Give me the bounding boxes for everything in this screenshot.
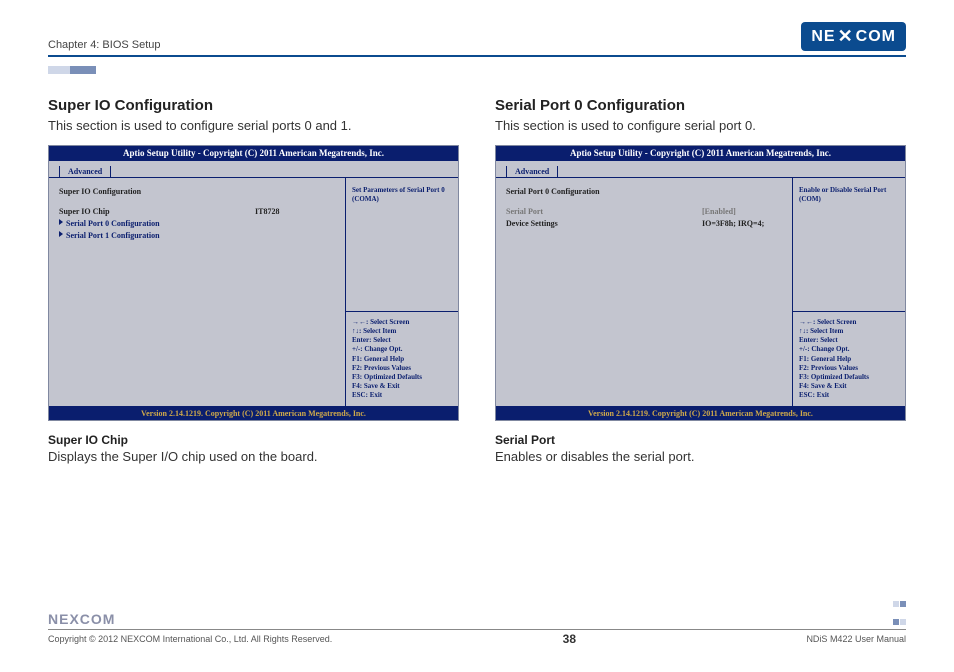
- section-title-left: Super IO Configuration: [48, 97, 459, 114]
- bios-screenshot-left: Aptio Setup Utility - Copyright (C) 2011…: [48, 145, 459, 421]
- bios-link-serial1: Serial Port 1 Configuration: [59, 230, 335, 242]
- tab-strip: [48, 61, 906, 69]
- field-title-left: Super IO Chip: [48, 433, 459, 447]
- bios-footer: Version 2.14.1219. Copyright (C) 2011 Am…: [496, 407, 905, 420]
- footer-squares-icon: [892, 594, 906, 630]
- bios-field-label: Super IO Chip: [59, 206, 255, 218]
- bios-tab-advanced: Advanced: [506, 166, 558, 178]
- page-footer: NEXCOM Copyright © 2012 NEXCOM Internati…: [48, 611, 906, 646]
- right-column: Serial Port 0 Configuration This section…: [495, 97, 906, 464]
- header-bar: Chapter 4: BIOS Setup NE✕COM: [48, 22, 906, 57]
- footer-doc-name: NDiS M422 User Manual: [806, 634, 906, 644]
- bios-screenshot-right: Aptio Setup Utility - Copyright (C) 2011…: [495, 145, 906, 421]
- page-number: 38: [563, 632, 576, 646]
- bios-field-value: IT8728: [255, 206, 335, 218]
- left-column: Super IO Configuration This section is u…: [48, 97, 459, 464]
- chapter-label: Chapter 4: BIOS Setup: [48, 39, 161, 51]
- bios-field-value: [Enabled]: [702, 206, 782, 218]
- bios-link-serial0: Serial Port 0 Configuration: [59, 218, 335, 230]
- field-title-right: Serial Port: [495, 433, 906, 447]
- bios-field-label: Device Settings: [506, 218, 702, 230]
- bios-help-text: Enable or Disable Serial Port (COM): [793, 178, 905, 311]
- section-subtitle-right: This section is used to configure serial…: [495, 118, 906, 133]
- bios-help-text: Set Parameters of Serial Port 0 (COMA): [346, 178, 458, 311]
- bios-tab-advanced: Advanced: [59, 166, 111, 178]
- section-subtitle-left: This section is used to configure serial…: [48, 118, 459, 133]
- field-desc-left: Displays the Super I/O chip used on the …: [48, 449, 459, 464]
- bios-section-header: Serial Port 0 Configuration: [506, 186, 782, 198]
- bios-title: Aptio Setup Utility - Copyright (C) 2011…: [496, 146, 905, 161]
- bios-title: Aptio Setup Utility - Copyright (C) 2011…: [49, 146, 458, 161]
- bios-field-label: Serial Port: [506, 206, 702, 218]
- bios-field-value: IO=3F8h; IRQ=4;: [702, 218, 782, 230]
- bios-key-legend: →←: Select Screen↑↓: Select ItemEnter: S…: [793, 311, 905, 406]
- bios-footer: Version 2.14.1219. Copyright (C) 2011 Am…: [49, 407, 458, 420]
- nexcom-logo: NE✕COM: [801, 22, 906, 51]
- field-desc-right: Enables or disables the serial port.: [495, 449, 906, 464]
- section-title-right: Serial Port 0 Configuration: [495, 97, 906, 114]
- footer-logo: NEXCOM: [48, 611, 115, 627]
- bios-section-header: Super IO Configuration: [59, 186, 335, 198]
- footer-copyright: Copyright © 2012 NEXCOM International Co…: [48, 634, 332, 644]
- bios-key-legend: →←: Select Screen↑↓: Select ItemEnter: S…: [346, 311, 458, 406]
